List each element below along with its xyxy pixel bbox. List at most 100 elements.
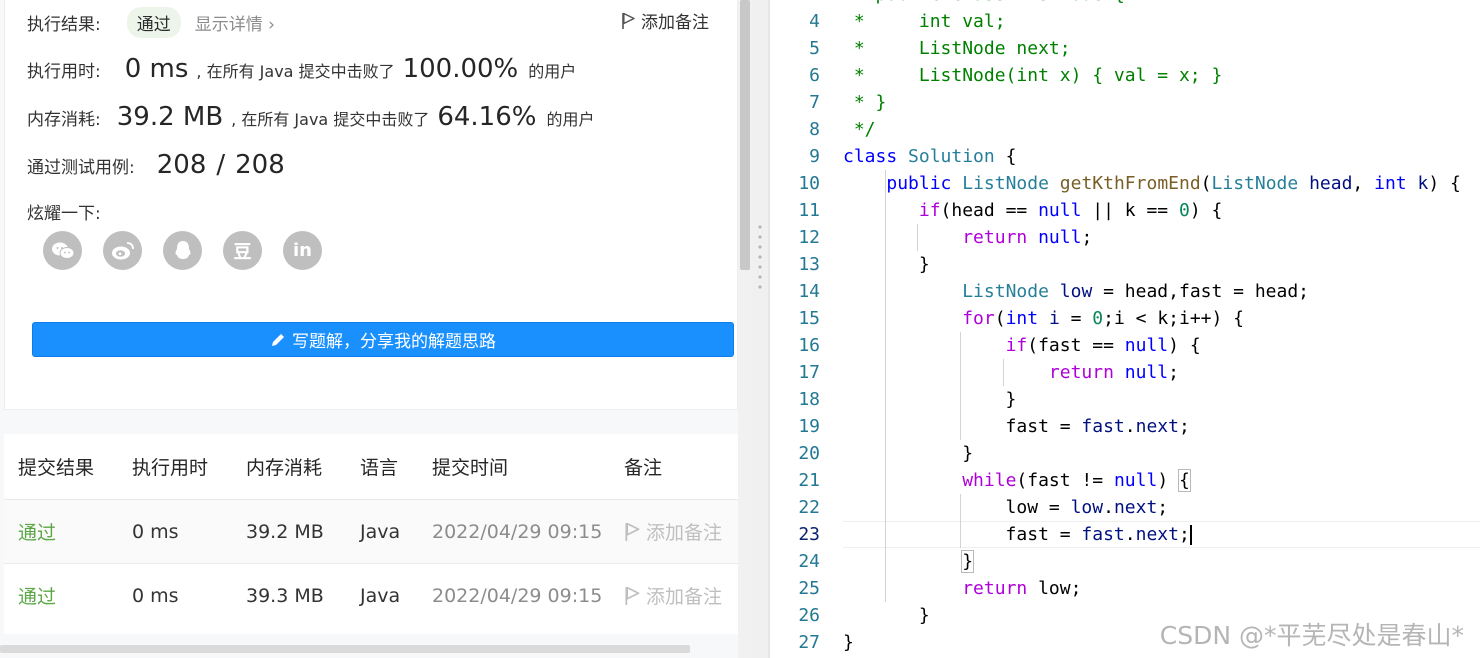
linkedin-icon[interactable]: in bbox=[283, 231, 322, 270]
douban-icon[interactable]: 豆 bbox=[223, 231, 262, 270]
code-line[interactable]: while(fast != null) { bbox=[843, 467, 1191, 494]
line-number: 11 bbox=[798, 200, 820, 221]
weibo-icon[interactable] bbox=[103, 231, 142, 270]
code-line[interactable]: ListNode low = head,fast = head; bbox=[843, 278, 1309, 305]
row-result[interactable]: 通过 bbox=[18, 564, 56, 627]
code-line[interactable]: * public class ListNode { bbox=[843, 0, 1125, 8]
line-number: 5 bbox=[809, 38, 820, 59]
table-row: 通过 0 ms 39.3 MB Java 2022/04/29 09:15 添加… bbox=[4, 563, 738, 627]
memory-suffix: 的用户 bbox=[546, 110, 595, 129]
code-line[interactable]: * } bbox=[843, 89, 887, 116]
row-add-note[interactable]: 添加备注 bbox=[624, 500, 722, 563]
line-number: 12 bbox=[798, 227, 820, 248]
header-runtime: 执行用时 bbox=[132, 457, 209, 479]
runtime-label: 执行用时: bbox=[27, 62, 101, 82]
submissions-table: 提交结果 执行用时 内存消耗 语言 提交时间 备注 通过 0 ms 39.2 M… bbox=[4, 434, 738, 634]
code-line[interactable]: for(int i = 0;i < k;i++) { bbox=[843, 305, 1244, 332]
code-line[interactable]: class Solution { bbox=[843, 143, 1016, 170]
row-add-note[interactable]: 添加备注 bbox=[624, 564, 722, 627]
line-number: 17 bbox=[798, 362, 820, 383]
code-line[interactable]: * ListNode(int x) { val = x; } bbox=[843, 62, 1222, 89]
line-number: 8 bbox=[809, 119, 820, 140]
code-line[interactable]: fast = fast.next; bbox=[843, 413, 1190, 440]
line-number: 13 bbox=[798, 254, 820, 275]
add-note-label: 添加备注 bbox=[641, 13, 709, 33]
flag-icon bbox=[625, 586, 640, 605]
code-line[interactable]: return low; bbox=[843, 575, 1081, 602]
scrollbar-thumb[interactable] bbox=[740, 0, 750, 270]
code-line[interactable]: } bbox=[843, 386, 1017, 413]
write-solution-label: 写题解，分享我的解题思路 bbox=[292, 332, 496, 352]
runtime-percent: 100.00% bbox=[402, 54, 519, 84]
row-memory: 39.2 MB bbox=[246, 520, 324, 543]
wechat-icon[interactable] bbox=[43, 231, 82, 270]
line-number: 20 bbox=[798, 443, 820, 464]
code-editor[interactable]: 4 5 6 7 8 9 10 11 12 13 14 15 16 17 18 19 20 21 22 23 24 25 26… bbox=[770, 0, 1480, 658]
line-number: 7 bbox=[809, 92, 820, 113]
code-line[interactable]: public ListNode getKthFromEnd(ListNode h… bbox=[843, 170, 1460, 197]
row-result[interactable]: 通过 bbox=[18, 500, 56, 563]
share-label: 炫耀一下: bbox=[27, 204, 101, 224]
line-number: 19 bbox=[798, 416, 820, 437]
tests-passed: 208 bbox=[156, 150, 207, 180]
line-number: 24 bbox=[798, 551, 820, 572]
status-label: 执行结果: bbox=[27, 15, 101, 35]
header-language: 语言 bbox=[360, 457, 399, 479]
tests-label: 通过测试用例: bbox=[27, 158, 135, 178]
code-line[interactable]: } bbox=[843, 629, 854, 656]
code-line[interactable]: return null; bbox=[843, 359, 1179, 386]
watermark: CSDN @*平芜尽处是春山* bbox=[1159, 621, 1464, 650]
horizontal-scrollbar[interactable] bbox=[0, 645, 690, 653]
code-line[interactable]: return null; bbox=[843, 224, 1092, 251]
runtime-row: 执行用时: 0 ms , 在所有 Java 提交中击败了 100.00% 的用户 bbox=[27, 54, 576, 84]
share-row: 炫耀一下: bbox=[27, 199, 101, 224]
panel-splitter[interactable] bbox=[752, 0, 768, 658]
runtime-suffix: 的用户 bbox=[528, 62, 577, 81]
line-number: 18 bbox=[798, 389, 820, 410]
row-memory: 39.3 MB bbox=[246, 584, 324, 607]
code-line[interactable]: low = low.next; bbox=[843, 494, 1169, 521]
line-number: 23 bbox=[798, 524, 820, 545]
line-number: 26 bbox=[798, 605, 820, 626]
show-details-link[interactable]: 显示详情 › bbox=[195, 10, 275, 35]
memory-value: 39.2 MB bbox=[116, 102, 224, 132]
row-runtime: 0 ms bbox=[132, 584, 179, 607]
code-line[interactable]: } bbox=[843, 548, 975, 575]
drag-handle-icon[interactable] bbox=[758, 222, 762, 292]
flag-icon bbox=[625, 522, 640, 541]
tests-separator: / bbox=[216, 150, 226, 180]
result-card: 执行结果: 通过 显示详情 › 添加备注 执行用时: 0 ms , 在所有 Ja… bbox=[4, 0, 738, 410]
code-line[interactable]: } bbox=[843, 251, 930, 278]
qq-icon[interactable] bbox=[163, 231, 202, 270]
runtime-text: , 在所有 Java 提交中击败了 bbox=[196, 62, 395, 81]
row-time: 2022/04/29 09:15 bbox=[432, 584, 603, 607]
memory-percent: 64.16% bbox=[437, 102, 537, 132]
code-line[interactable]: if(head == null || k == 0) { bbox=[843, 197, 1223, 224]
code-line[interactable]: if(fast == null) { bbox=[843, 332, 1201, 359]
code-line[interactable]: * int val; bbox=[843, 8, 1006, 35]
line-number: 6 bbox=[809, 65, 820, 86]
line-number: 27 bbox=[798, 632, 820, 653]
line-number: 9 bbox=[809, 146, 820, 167]
share-icons: 豆 in bbox=[43, 231, 322, 270]
table-row: 通过 0 ms 39.2 MB Java 2022/04/29 09:15 添加… bbox=[4, 499, 738, 563]
code-line[interactable]: */ bbox=[843, 116, 876, 143]
line-number: 14 bbox=[798, 281, 820, 302]
table-header: 提交结果 执行用时 内存消耗 语言 提交时间 备注 bbox=[4, 434, 738, 499]
line-number: 22 bbox=[798, 497, 820, 518]
header-result: 提交结果 bbox=[18, 457, 95, 479]
add-note-button[interactable]: 添加备注 bbox=[621, 8, 709, 33]
pencil-icon bbox=[272, 333, 284, 346]
text-cursor bbox=[1189, 525, 1192, 545]
vertical-scrollbar[interactable] bbox=[738, 0, 752, 658]
tests-total: 208 bbox=[235, 150, 285, 180]
code-line[interactable]: * ListNode next; bbox=[843, 35, 1071, 62]
code-line[interactable]: } bbox=[843, 602, 930, 629]
line-number: 10 bbox=[798, 173, 820, 194]
memory-row: 内存消耗: 39.2 MB , 在所有 Java 提交中击败了 64.16% 的… bbox=[27, 102, 594, 132]
result-panel: 执行结果: 通过 显示详情 › 添加备注 执行用时: 0 ms , 在所有 Ja… bbox=[0, 0, 752, 658]
code-line[interactable]: fast = fast.next; bbox=[843, 521, 1192, 548]
write-solution-button[interactable]: 写题解，分享我的解题思路 bbox=[32, 322, 734, 357]
row-language: Java bbox=[360, 520, 401, 543]
code-line[interactable]: } bbox=[843, 440, 973, 467]
